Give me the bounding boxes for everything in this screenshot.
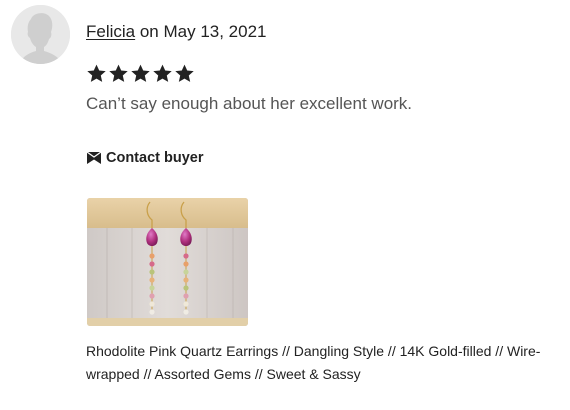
user-silhouette-icon — [11, 5, 70, 64]
envelope-icon — [86, 151, 102, 164]
review-date: May 13, 2021 — [163, 22, 267, 41]
avatar[interactable] — [11, 5, 70, 64]
review-text: Can’t say enough about her excellent wor… — [86, 94, 413, 113]
earrings-photo — [87, 198, 248, 326]
contact-buyer-label: Contact buyer — [106, 150, 204, 166]
contact-buyer-button[interactable]: Contact buyer — [86, 150, 204, 166]
star-icon — [153, 64, 172, 82]
star-icon — [175, 64, 194, 82]
star-icon — [87, 64, 106, 82]
listing-title-link[interactable]: Rhodolite Pink Quartz Earrings // Dangli… — [86, 340, 566, 386]
listing-image[interactable] — [87, 198, 248, 326]
byline-separator: on — [135, 22, 164, 41]
review-byline: Felicia on May 13, 2021 — [86, 21, 267, 43]
star-icon — [109, 64, 128, 82]
star-rating — [86, 63, 195, 84]
reviewer-name-link[interactable]: Felicia — [86, 22, 135, 41]
star-icon — [131, 64, 150, 82]
